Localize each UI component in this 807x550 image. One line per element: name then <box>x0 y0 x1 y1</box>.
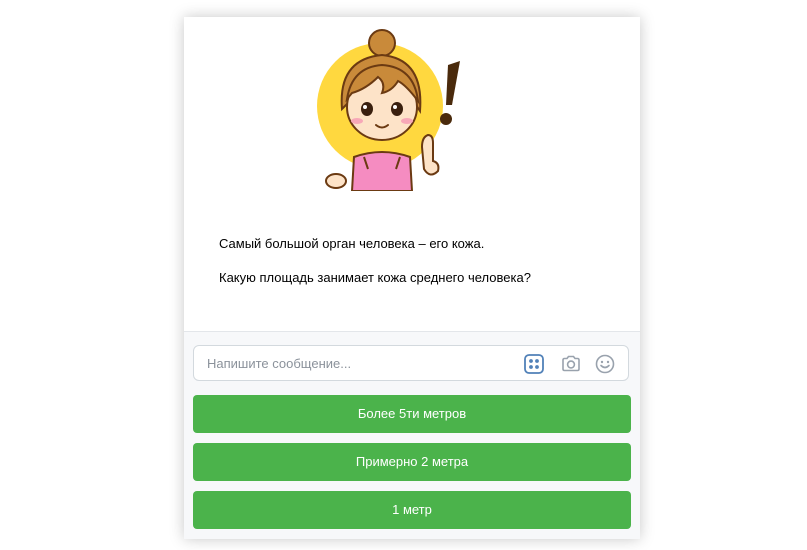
bot-message: Самый большой орган человека – его кожа.… <box>219 235 619 286</box>
reply-button-more-than-5m[interactable]: Более 5ти метров <box>193 395 631 433</box>
keyboard-icon[interactable] <box>523 353 545 375</box>
camera-icon[interactable] <box>560 353 582 375</box>
reply-button-1m[interactable]: 1 метр <box>193 491 631 529</box>
smile-icon[interactable] <box>594 353 616 375</box>
reply-button-about-2m[interactable]: Примерно 2 метра <box>193 443 631 481</box>
message-line-1: Самый большой орган человека – его кожа. <box>219 236 485 251</box>
message-input-placeholder: Напишите сообщение... <box>207 356 352 371</box>
chat-panel: Самый большой орган человека – его кожа.… <box>184 17 640 539</box>
message-input[interactable]: Напишите сообщение... <box>193 345 629 381</box>
composer: Напишите сообщение... Более 5ти метров П… <box>184 332 640 539</box>
message-line-2: Какую площадь занимает кожа среднего чел… <box>219 270 531 285</box>
girl-sticker-image <box>317 29 460 191</box>
message-area: Самый большой орган человека – его кожа.… <box>184 17 640 331</box>
